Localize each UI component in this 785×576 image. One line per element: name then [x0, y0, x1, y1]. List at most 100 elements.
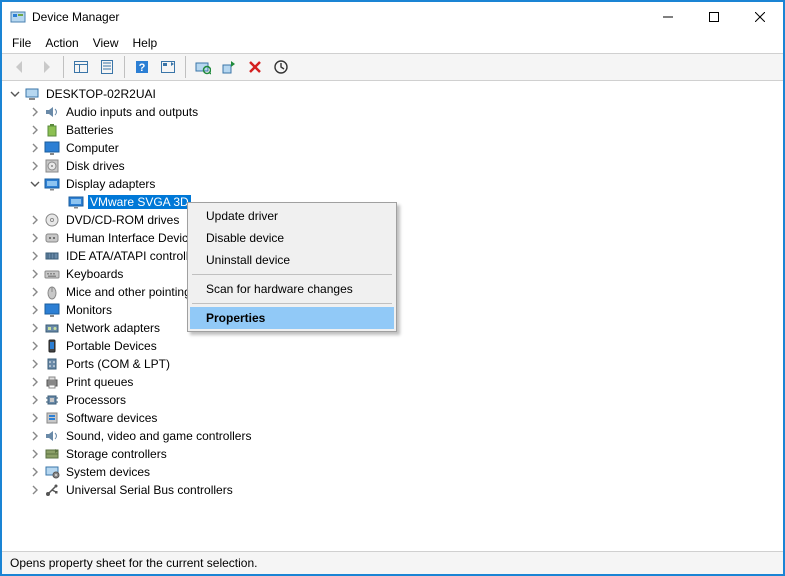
tree-category-node[interactable]: Ports (COM & LPT)	[4, 355, 781, 373]
menu-view[interactable]: View	[93, 36, 119, 50]
ctx-uninstall-device[interactable]: Uninstall device	[190, 249, 394, 271]
expand-icon[interactable]	[28, 159, 42, 173]
properties-button[interactable]	[95, 55, 119, 79]
tree-category-node[interactable]: Print queues	[4, 373, 781, 391]
tree-category-label: DVD/CD-ROM drives	[64, 213, 181, 227]
ctx-scan-hardware[interactable]: Scan for hardware changes	[190, 278, 394, 300]
action-button[interactable]	[156, 55, 180, 79]
tree-category-label: Batteries	[64, 123, 115, 137]
display-icon	[44, 176, 60, 192]
expand-icon[interactable]	[28, 429, 42, 443]
collapse-icon[interactable]	[8, 87, 22, 101]
uninstall-button[interactable]	[243, 55, 267, 79]
tree-category-label: Storage controllers	[64, 447, 169, 461]
expand-icon[interactable]	[28, 249, 42, 263]
nav-forward-button[interactable]	[34, 55, 58, 79]
show-hide-tree-button[interactable]	[69, 55, 93, 79]
app-icon	[10, 9, 26, 25]
tree-category-node[interactable]: Portable Devices	[4, 337, 781, 355]
ctx-separator	[192, 303, 392, 304]
network-icon	[44, 320, 60, 336]
maximize-button[interactable]	[691, 2, 737, 32]
ctx-properties[interactable]: Properties	[190, 307, 394, 329]
tree-category-node[interactable]: Universal Serial Bus controllers	[4, 481, 781, 499]
tree-category-label: Sound, video and game controllers	[64, 429, 253, 443]
tree-category-node[interactable]: Batteries	[4, 121, 781, 139]
svg-text:?: ?	[139, 62, 146, 74]
collapse-icon[interactable]	[28, 177, 42, 191]
system-icon	[44, 464, 60, 480]
tree-category-node[interactable]: Computer	[4, 139, 781, 157]
toolbar-separator	[124, 56, 125, 78]
expand-icon[interactable]	[28, 105, 42, 119]
menu-action[interactable]: Action	[45, 36, 78, 50]
toolbar: ?	[2, 53, 783, 81]
tree-category-label: Human Interface Devices	[64, 231, 203, 245]
menubar: File Action View Help	[2, 32, 783, 53]
minimize-button[interactable]	[645, 2, 691, 32]
expand-icon[interactable]	[28, 357, 42, 371]
tree-category-label: Software devices	[64, 411, 159, 425]
help-button[interactable]: ?	[130, 55, 154, 79]
tree-category-label: Network adapters	[64, 321, 162, 335]
nav-back-button[interactable]	[8, 55, 32, 79]
tree-category-node[interactable]: Processors	[4, 391, 781, 409]
expand-icon[interactable]	[28, 411, 42, 425]
expand-icon[interactable]	[28, 267, 42, 281]
tree-category-node[interactable]: Storage controllers	[4, 445, 781, 463]
tree-category-node[interactable]: Sound, video and game controllers	[4, 427, 781, 445]
statusbar: Opens property sheet for the current sel…	[2, 552, 783, 574]
disable-button[interactable]	[269, 55, 293, 79]
expand-icon[interactable]	[28, 447, 42, 461]
computer-icon	[24, 86, 40, 102]
tree-category-node[interactable]: Software devices	[4, 409, 781, 427]
expand-icon[interactable]	[28, 123, 42, 137]
expand-icon[interactable]	[28, 465, 42, 479]
expand-icon[interactable]	[28, 339, 42, 353]
tree-root-label: DESKTOP-02R2UAI	[44, 87, 158, 101]
window-title: Device Manager	[32, 10, 645, 24]
tree-category-label: Monitors	[64, 303, 114, 317]
monitor-icon	[44, 140, 60, 156]
scan-hardware-button[interactable]	[191, 55, 215, 79]
storage-icon	[44, 446, 60, 462]
tree-category-node[interactable]: System devices	[4, 463, 781, 481]
expand-icon[interactable]	[28, 303, 42, 317]
software-icon	[44, 410, 60, 426]
tree-category-label: Audio inputs and outputs	[64, 105, 200, 119]
tree-category-label: Keyboards	[64, 267, 125, 281]
usb-icon	[44, 482, 60, 498]
speaker-icon	[44, 104, 60, 120]
expand-icon[interactable]	[28, 231, 42, 245]
mouse-icon	[44, 284, 60, 300]
ctx-update-driver[interactable]: Update driver	[190, 205, 394, 227]
tree-category-label: Universal Serial Bus controllers	[64, 483, 235, 497]
expand-icon[interactable]	[28, 141, 42, 155]
tree-category-node[interactable]: Disk drives	[4, 157, 781, 175]
tree-category-label: IDE ATA/ATAPI controllers	[64, 249, 207, 263]
expand-icon[interactable]	[28, 483, 42, 497]
keyboard-icon	[44, 266, 60, 282]
tree-category-label: Display adapters	[64, 177, 157, 191]
update-driver-button[interactable]	[217, 55, 241, 79]
ctx-disable-device[interactable]: Disable device	[190, 227, 394, 249]
tree-category-label: Disk drives	[64, 159, 127, 173]
expand-icon[interactable]	[28, 375, 42, 389]
expand-icon[interactable]	[28, 321, 42, 335]
speaker-icon	[44, 428, 60, 444]
display-icon	[68, 194, 84, 210]
disk-icon	[44, 158, 60, 174]
tree-root-node[interactable]: DESKTOP-02R2UAI	[4, 85, 781, 103]
battery-icon	[44, 122, 60, 138]
tree-category-node[interactable]: Display adapters	[4, 175, 781, 193]
expand-icon[interactable]	[28, 285, 42, 299]
expand-icon[interactable]	[28, 213, 42, 227]
ide-icon	[44, 248, 60, 264]
menu-help[interactable]: Help	[133, 36, 158, 50]
expand-icon[interactable]	[28, 393, 42, 407]
cpu-icon	[44, 392, 60, 408]
tree-category-node[interactable]: Audio inputs and outputs	[4, 103, 781, 121]
close-button[interactable]	[737, 2, 783, 32]
menu-file[interactable]: File	[12, 36, 31, 50]
tree-device-label: VMware SVGA 3D	[88, 195, 191, 209]
